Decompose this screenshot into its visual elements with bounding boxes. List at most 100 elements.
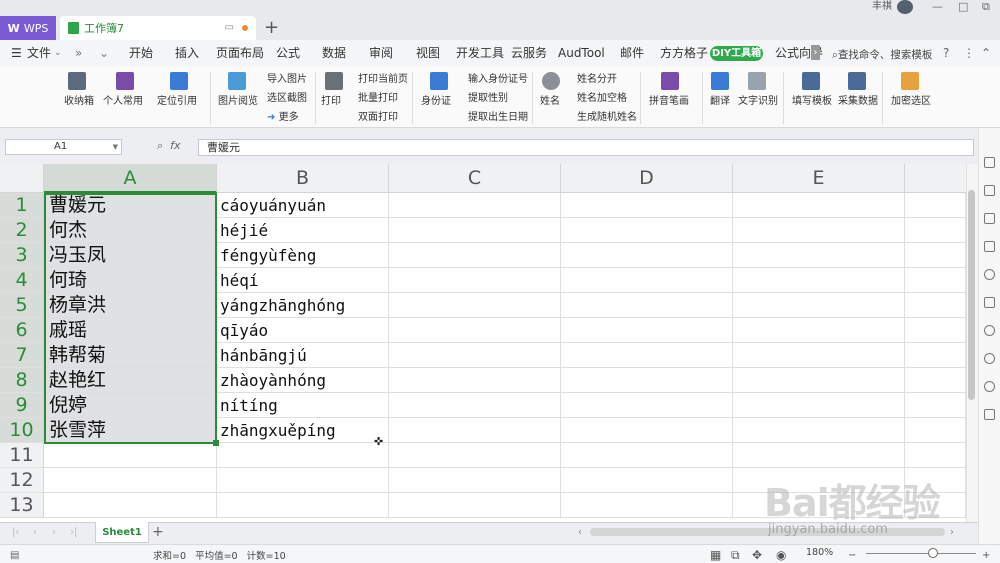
zoom-in-button[interactable]: +: [982, 545, 990, 563]
cell-a[interactable]: 韩帮菊: [44, 343, 217, 368]
cell-a[interactable]: 戚瑶: [44, 318, 217, 343]
cell-a[interactable]: 张雪萍: [44, 418, 217, 443]
collect-data-button[interactable]: 采集数据: [838, 96, 878, 108]
extract-gender-button[interactable]: 提取性别: [468, 93, 508, 105]
help-icon[interactable]: ?: [943, 47, 949, 60]
menu-fangfang[interactable]: 方方格子: [660, 47, 708, 60]
cell-b[interactable]: [217, 493, 389, 518]
menu-audtool[interactable]: AudTool: [558, 47, 605, 60]
row-header[interactable]: 10: [0, 418, 44, 443]
library-icon[interactable]: [984, 297, 995, 308]
cell-empty[interactable]: [905, 393, 966, 418]
cell-empty[interactable]: [733, 218, 905, 243]
scroll-right-icon[interactable]: ›: [950, 522, 954, 543]
cell-empty[interactable]: [733, 493, 905, 518]
cell-b[interactable]: héqí: [217, 268, 389, 293]
cell-a[interactable]: 倪婷: [44, 393, 217, 418]
reading-mode-icon[interactable]: ✥: [752, 545, 762, 563]
input-id-button[interactable]: 输入身份证号: [468, 74, 528, 86]
cell-empty[interactable]: [733, 268, 905, 293]
import-image-button[interactable]: 导入图片: [267, 74, 307, 86]
page-icon[interactable]: [984, 241, 995, 252]
cell-b[interactable]: zhāngxuěpíng: [217, 418, 389, 443]
cell-empty[interactable]: [389, 193, 561, 218]
cell-empty[interactable]: [905, 468, 966, 493]
menu-start[interactable]: 开始: [129, 47, 153, 60]
cell-empty[interactable]: [561, 443, 733, 468]
first-sheet-icon[interactable]: |‹: [12, 522, 19, 543]
encrypt-selection-button[interactable]: 加密选区: [891, 96, 931, 108]
cell-empty[interactable]: [389, 418, 561, 443]
cell-empty[interactable]: [561, 468, 733, 493]
maximize-button[interactable]: □: [958, 0, 968, 14]
eye-protect-icon[interactable]: ◉: [776, 545, 786, 563]
cell-empty[interactable]: [561, 243, 733, 268]
row-header[interactable]: 1: [0, 193, 44, 218]
cell-empty[interactable]: [733, 343, 905, 368]
locate-ref-button[interactable]: 定位引用: [157, 96, 197, 108]
cell-empty[interactable]: [389, 443, 561, 468]
cell-b[interactable]: nítíng: [217, 393, 389, 418]
zoom-slider-track[interactable]: [866, 553, 976, 554]
column-header-b[interactable]: B: [217, 164, 389, 193]
row-header[interactable]: 3: [0, 243, 44, 268]
row-header[interactable]: 4: [0, 268, 44, 293]
pinyin-stroke-button[interactable]: 拼音笔画: [649, 96, 689, 108]
menu-file[interactable]: 文件: [27, 47, 51, 60]
last-sheet-icon[interactable]: ›|: [70, 522, 77, 543]
restore-button[interactable]: ⧉: [982, 0, 990, 14]
cell-a[interactable]: [44, 468, 217, 493]
row-header[interactable]: 7: [0, 343, 44, 368]
cell-empty[interactable]: [733, 443, 905, 468]
cell-empty[interactable]: [733, 293, 905, 318]
cell-empty[interactable]: [389, 293, 561, 318]
row-header[interactable]: 13: [0, 493, 44, 518]
file-dropdown-icon[interactable]: ⌄: [54, 47, 62, 60]
cell-b[interactable]: [217, 468, 389, 493]
row-header[interactable]: 8: [0, 368, 44, 393]
select-screenshot-button[interactable]: 选区截图: [267, 93, 307, 105]
cell-empty[interactable]: [389, 493, 561, 518]
formula-input[interactable]: 曹媛元: [198, 139, 974, 156]
quick-access-icon[interactable]: »: [75, 47, 82, 60]
cell-empty[interactable]: [561, 493, 733, 518]
menu-mail[interactable]: 邮件: [620, 47, 644, 60]
cell-b[interactable]: héjié: [217, 218, 389, 243]
row-header[interactable]: 11: [0, 443, 44, 468]
spreadsheet-grid[interactable]: A B C D E 1 曹媛元 cáoyuányuán 2 何杰 héjié 3 冯玉凤 fén…: [0, 164, 966, 522]
command-search[interactable]: ⌕查找命令、搜索模板: [832, 47, 932, 62]
cell-empty[interactable]: [561, 368, 733, 393]
cell-empty[interactable]: [561, 218, 733, 243]
cell-b[interactable]: zhàoyànhóng: [217, 368, 389, 393]
zoom-out-button[interactable]: −: [848, 545, 856, 563]
sheet-tab-sheet1[interactable]: Sheet1: [95, 522, 149, 543]
cell-empty[interactable]: [905, 218, 966, 243]
name-box[interactable]: A1 ▼: [5, 139, 122, 155]
fill-template-button[interactable]: 填写模板: [792, 96, 832, 108]
menu-diy-toolbox[interactable]: DIY工具箱: [710, 46, 763, 61]
duplex-print-button[interactable]: 双面打印: [358, 112, 398, 124]
id-card-button[interactable]: 身份证: [421, 96, 451, 108]
row-header[interactable]: 6: [0, 318, 44, 343]
cell-empty[interactable]: [733, 243, 905, 268]
sheet-status-icon[interactable]: ▤: [10, 545, 19, 563]
cell-empty[interactable]: [905, 318, 966, 343]
random-name-button[interactable]: 生成随机姓名: [577, 112, 637, 124]
menu-more-button[interactable]: ›: [811, 45, 820, 60]
page-break-view-icon[interactable]: ⧉: [731, 545, 740, 563]
avatar[interactable]: [897, 0, 913, 14]
row-header[interactable]: 5: [0, 293, 44, 318]
extract-birthday-button[interactable]: 提取出生日期: [468, 112, 528, 124]
menu-cloud[interactable]: 云服务: [511, 47, 547, 60]
horizontal-scrollbar[interactable]: [590, 528, 945, 536]
cell-empty[interactable]: [905, 493, 966, 518]
personal-common-button[interactable]: 个人常用: [103, 96, 143, 108]
add-sheet-button[interactable]: +: [152, 522, 164, 543]
next-sheet-icon[interactable]: ›: [52, 522, 56, 543]
vertical-scroll-thumb[interactable]: [968, 190, 975, 400]
zoom-slider-knob[interactable]: [928, 548, 938, 558]
cell-empty[interactable]: [905, 268, 966, 293]
new-tab-button[interactable]: +: [264, 16, 279, 40]
print-current-page-button[interactable]: 打印当前页: [358, 74, 408, 86]
cell-empty[interactable]: [905, 243, 966, 268]
